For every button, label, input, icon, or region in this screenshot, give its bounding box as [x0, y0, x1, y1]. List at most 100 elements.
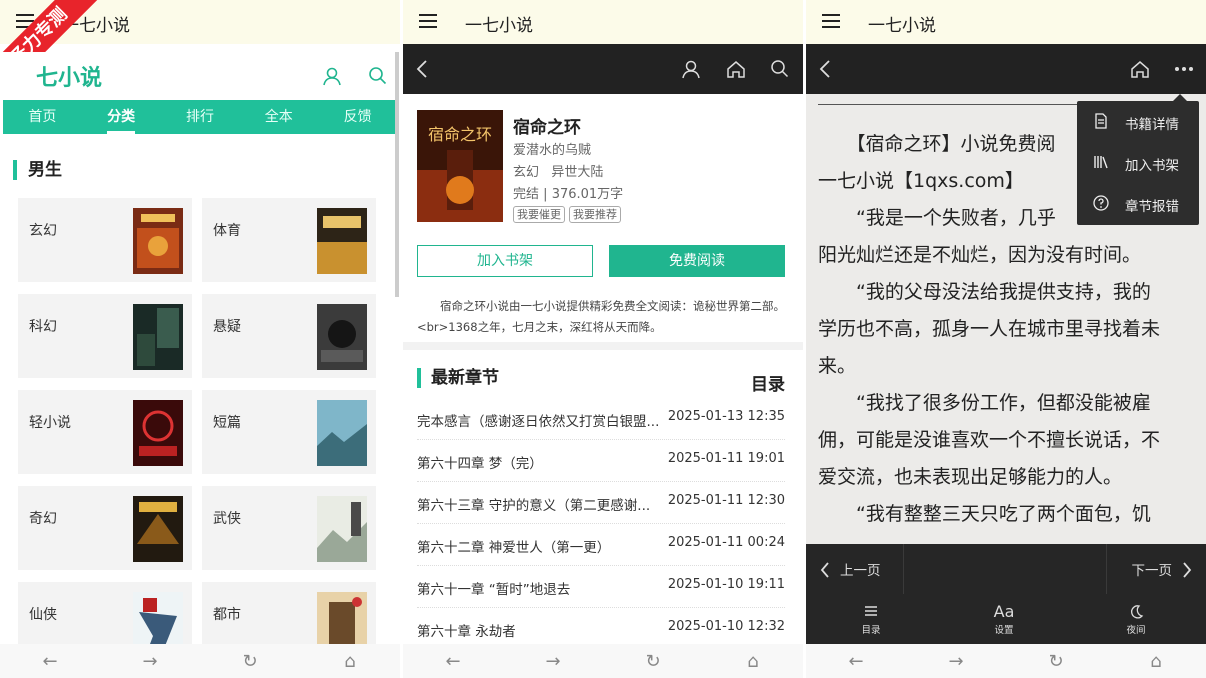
menu-item-label: 加入书架	[1125, 158, 1179, 174]
settings-label: 设置	[994, 625, 1014, 636]
category-card-wuxia[interactable]: 武侠	[202, 486, 376, 570]
chapter-date: 2025-01-13 12:35	[667, 409, 785, 424]
back-arrow-icon[interactable]: ←	[35, 651, 65, 672]
app-title: 一七小说	[868, 16, 936, 36]
prev-page-label: 上一页	[840, 563, 881, 579]
chapter-row[interactable]: 完本感言（感谢逐日依然又打赏白银盟... 2025-01-13 12:35	[417, 398, 785, 440]
hamburger-menu-icon[interactable]	[419, 14, 437, 28]
back-chevron-icon[interactable]	[818, 59, 832, 79]
category-card-scifi[interactable]: 科幻	[18, 294, 192, 378]
scrollbar[interactable]	[395, 52, 399, 297]
tab-ranking[interactable]: 排行	[161, 100, 240, 134]
book-cover-image	[133, 304, 183, 370]
reader-line: 佣，可能是没谁喜欢一个不擅长说话，不	[818, 429, 1161, 451]
tab-category[interactable]: 分类	[82, 100, 161, 134]
bookshelf-icon	[1094, 156, 1108, 169]
nav-tabs: 首页 分类 排行 全本 反馈	[3, 100, 397, 134]
status-label: 完结	[513, 187, 540, 202]
menu-item-label: 章节报错	[1125, 199, 1179, 215]
reader-tools-bar: 目录 Aa 设置 夜间	[806, 594, 1206, 644]
category-card-short[interactable]: 短篇	[202, 390, 376, 474]
free-read-button[interactable]: 免费阅读	[609, 245, 785, 277]
catalog-link[interactable]: 目录	[751, 370, 785, 395]
forward-arrow-icon[interactable]: →	[135, 651, 165, 672]
back-arrow-icon[interactable]: ←	[841, 651, 871, 672]
category-card-sports[interactable]: 体育	[202, 198, 376, 282]
book-cover-image	[317, 496, 367, 562]
category-card-lightnovel[interactable]: 轻小说	[18, 390, 192, 474]
reload-icon[interactable]: ↻	[235, 651, 265, 672]
category-card-fantasy[interactable]: 奇幻	[18, 486, 192, 570]
genre-label[interactable]: 玄幻	[513, 165, 539, 180]
category-label: 都市	[213, 607, 241, 623]
hamburger-menu-icon[interactable]	[822, 14, 840, 28]
chapter-name: 第六十二章 神爱世人（第一更）	[417, 540, 611, 556]
reader-line: “我找了很多份工作，但都没能被雇	[818, 392, 1151, 414]
site-header: 七小说	[0, 52, 400, 100]
category-label: 科幻	[29, 319, 57, 335]
word-count: 376.01万字	[551, 187, 624, 202]
chapter-name: 完本感言（感谢逐日依然又打赏白银盟...	[417, 414, 660, 430]
prev-page-button[interactable]: 上一页	[820, 559, 881, 579]
next-page-button[interactable]: 下一页	[1132, 559, 1193, 579]
menu-item-report-error[interactable]: 章节报错	[1077, 183, 1199, 224]
book-cover-image	[317, 208, 367, 274]
home-icon[interactable]: ⌂	[1141, 651, 1171, 672]
home-icon[interactable]	[1130, 59, 1150, 79]
menu-item-add-shelf[interactable]: 加入书架	[1077, 142, 1199, 183]
book-author[interactable]: 爱潜水的乌贼	[513, 139, 591, 158]
chevron-left-icon	[820, 562, 829, 578]
chapter-name: 第六十三章 守护的意义（第二更感谢...	[417, 498, 651, 514]
subgenre-label[interactable]: 异世大陆	[551, 165, 603, 180]
user-icon[interactable]	[681, 59, 701, 79]
catalog-button[interactable]: 目录	[841, 602, 901, 636]
category-card-mystery[interactable]: 悬疑	[202, 294, 376, 378]
back-chevron-icon[interactable]	[415, 59, 429, 79]
chapter-row[interactable]: 第六十一章 “暂时”地退去 2025-01-10 19:11	[417, 566, 785, 608]
home-icon[interactable]: ⌂	[738, 651, 768, 672]
home-icon[interactable]: ⌂	[335, 651, 365, 672]
tab-home[interactable]: 首页	[3, 100, 82, 134]
menu-item-book-details[interactable]: 书籍详情	[1077, 101, 1199, 142]
app-title: 一七小说	[465, 16, 533, 36]
browser-bottom-nav: ← → ↻ ⌂	[806, 644, 1206, 678]
back-arrow-icon[interactable]: ←	[438, 651, 468, 672]
forward-arrow-icon[interactable]: →	[941, 651, 971, 672]
category-label: 轻小说	[29, 415, 71, 431]
category-card-xuanhuan[interactable]: 玄幻	[18, 198, 192, 282]
site-logo[interactable]: 七小说	[36, 60, 102, 92]
category-label: 玄幻	[29, 223, 57, 239]
chapter-date: 2025-01-11 12:30	[667, 493, 785, 508]
forward-arrow-icon[interactable]: →	[538, 651, 568, 672]
chapter-row[interactable]: 第六十四章 梦（完） 2025-01-11 19:01	[417, 440, 785, 482]
search-icon[interactable]	[368, 66, 388, 86]
recommend-button[interactable]: 我要推荐	[569, 206, 621, 223]
search-icon[interactable]	[770, 59, 790, 79]
chapter-date: 2025-01-11 19:01	[667, 451, 785, 466]
home-icon[interactable]	[726, 59, 746, 79]
settings-button[interactable]: Aa 设置	[974, 602, 1034, 636]
night-mode-button[interactable]: 夜间	[1106, 602, 1166, 636]
svg-text:宿命之环: 宿命之环	[428, 125, 492, 144]
urge-update-button[interactable]: 我要催更	[513, 206, 565, 223]
book-cover-image	[317, 304, 367, 370]
browser-bottom-nav: ← → ↻ ⌂	[0, 644, 400, 678]
divider	[1106, 544, 1107, 594]
page-turn-bar: 上一页 下一页	[806, 544, 1206, 594]
add-to-shelf-button[interactable]: 加入书架	[417, 245, 593, 277]
tab-complete[interactable]: 全本	[239, 100, 318, 134]
tab-feedback[interactable]: 反馈	[318, 100, 397, 134]
section-title-male: 男生	[13, 160, 62, 180]
chapter-row[interactable]: 第六十三章 守护的意义（第二更感谢... 2025-01-11 12:30	[417, 482, 785, 524]
user-icon[interactable]	[322, 66, 342, 86]
chapter-row[interactable]: 第六十二章 神爱世人（第一更） 2025-01-11 00:24	[417, 524, 785, 566]
reload-icon[interactable]: ↻	[638, 651, 668, 672]
category-label: 悬疑	[213, 319, 241, 335]
more-options-icon[interactable]	[1174, 66, 1194, 72]
question-circle-icon	[1093, 195, 1109, 211]
book-detail-page: 一七小说 宿命之环 宿命之环 爱潜水的乌贼 玄幻 异世大陆 完结 | 376.0…	[403, 0, 803, 678]
reload-icon[interactable]: ↻	[1041, 651, 1071, 672]
font-settings-icon: Aa	[993, 602, 1015, 621]
category-label: 武侠	[213, 511, 241, 527]
category-page: 一七小说 圣力专测 七小说 首页 分类 排行 全本 反馈 男生 玄幻 体育 科幻…	[0, 0, 400, 678]
